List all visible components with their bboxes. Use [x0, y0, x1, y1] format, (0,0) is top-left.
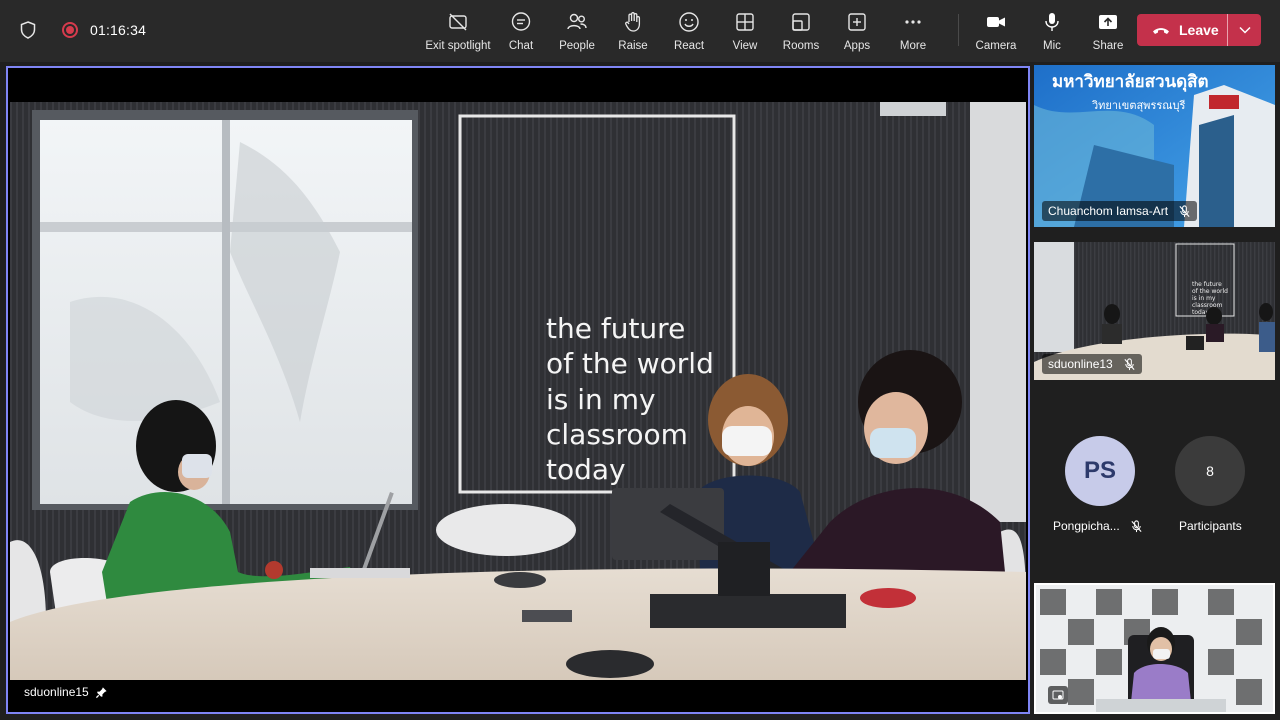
meeting-status: 01:16:34: [18, 20, 146, 40]
participants-count-button[interactable]: 8: [1175, 436, 1245, 506]
chat-label: Chat: [508, 40, 534, 52]
self-view-options-icon[interactable]: [1048, 686, 1068, 704]
chat-button[interactable]: Chat: [496, 8, 546, 54]
avatar-row: PS Pongpicha... 8 Participants: [1034, 420, 1275, 550]
chat-icon: [511, 12, 531, 31]
exit-spotlight-button[interactable]: Exit spotlight: [420, 8, 496, 54]
rooms-button[interactable]: Rooms: [770, 8, 832, 54]
view-label: View: [732, 40, 758, 52]
self-view-video[interactable]: [1034, 583, 1275, 714]
mic-off-icon: [1131, 519, 1142, 532]
share-label: Share: [1092, 40, 1124, 52]
mic-off-icon: [1124, 357, 1135, 370]
leave-button[interactable]: Leave: [1137, 14, 1227, 46]
participants-count: 8: [1206, 463, 1214, 479]
view-grid-icon: [736, 13, 754, 31]
mic-button[interactable]: Mic: [1019, 8, 1085, 54]
avatar[interactable]: PS: [1065, 436, 1135, 506]
meeting-toolbar: 01:16:34 Exit spotlight Chat People Rais…: [0, 0, 1280, 62]
wall-text-line-1: the future: [546, 312, 685, 345]
wall-text-line-4: classroom: [546, 418, 688, 451]
raise-hand-icon: [625, 12, 641, 32]
rooms-label: Rooms: [782, 40, 820, 52]
react-icon: [679, 12, 699, 32]
people-icon: [567, 13, 587, 30]
small-wall-text-3: is in my: [1192, 295, 1216, 302]
small-wall-text-4: classroom: [1192, 302, 1223, 309]
classroom-video-frame: the future of the world is in my classro…: [10, 102, 1026, 680]
avatar-initials: PS: [1083, 457, 1116, 484]
wall-text-line-5: today: [546, 453, 626, 486]
spotlight-name-tag: sduonline15: [18, 682, 114, 702]
tile-participant-name: sduonline13: [1048, 357, 1113, 371]
shield-icon[interactable]: [18, 20, 38, 40]
more-label: More: [899, 40, 927, 52]
leave-button-group: Leave: [1137, 14, 1261, 46]
apps-label: Apps: [843, 40, 871, 52]
exit-spotlight-icon: [449, 13, 467, 31]
wall-text-line-3: is in my: [546, 383, 656, 416]
teams-meeting-window: 01:16:34 Exit spotlight Chat People Rais…: [0, 0, 1280, 720]
participant-tile-chuanchom[interactable]: มหาวิทยาลัยสวนดุสิต วิทยาเขตสุพรรณบุรี C…: [1034, 65, 1275, 227]
raise-label: Raise: [618, 40, 648, 52]
react-button[interactable]: React: [658, 8, 720, 54]
toolbar-actions: Exit spotlight Chat People Raise React V…: [420, 8, 1131, 54]
mic-off-icon: [1179, 204, 1190, 217]
mic-label: Mic: [1043, 40, 1061, 52]
participants-label: Participants: [1179, 519, 1242, 533]
apps-icon: [848, 13, 866, 31]
exit-spotlight-label: Exit spotlight: [425, 40, 491, 52]
meeting-timer: 01:16:34: [90, 22, 147, 38]
campus-sign-line-1: มหาวิทยาลัยสวนดุสิต: [1052, 72, 1209, 92]
share-button[interactable]: Share: [1085, 8, 1131, 54]
react-label: React: [673, 40, 705, 52]
tile-name-tag: Chuanchom Iamsa-Art: [1042, 201, 1198, 221]
avatar-name-tag: Pongpicha...: [1053, 519, 1143, 533]
avatar-name: Pongpicha...: [1053, 519, 1120, 533]
small-wall-text-1: the future: [1192, 281, 1222, 288]
self-view-frame: [1036, 585, 1273, 712]
recording-icon: [62, 22, 78, 38]
small-wall-text-2: of the world: [1192, 288, 1228, 295]
toolbar-divider: [958, 14, 959, 46]
mic-icon: [1045, 13, 1059, 31]
view-button[interactable]: View: [720, 8, 770, 54]
share-icon: [1099, 15, 1117, 29]
pin-icon[interactable]: [95, 686, 108, 699]
participants-label-tag: Participants: [1179, 519, 1242, 533]
hang-up-icon: [1153, 28, 1169, 34]
participant-tile-sduonline13[interactable]: the future of the world is in my classro…: [1034, 242, 1275, 380]
rooms-icon: [792, 13, 810, 31]
chevron-down-icon: [1238, 26, 1251, 34]
spotlight-participant-name: sduonline15: [24, 685, 89, 699]
spotlight-video[interactable]: the future of the world is in my classro…: [6, 66, 1030, 714]
more-button[interactable]: More: [882, 8, 944, 54]
more-icon: [905, 20, 921, 24]
tile-name-tag: sduonline13: [1042, 354, 1142, 374]
camera-button[interactable]: Camera: [973, 8, 1019, 54]
raise-hand-button[interactable]: Raise: [608, 8, 658, 54]
camera-label: Camera: [975, 40, 1017, 52]
people-button[interactable]: People: [546, 8, 608, 54]
people-label: People: [559, 40, 595, 52]
campus-sign-line-2: วิทยาเขตสุพรรณบุรี: [1091, 99, 1185, 112]
wall-text-line-2: of the world: [546, 347, 714, 380]
apps-button[interactable]: Apps: [832, 8, 882, 54]
camera-icon: [987, 17, 1005, 27]
leave-options-button[interactable]: [1228, 14, 1261, 46]
leave-label: Leave: [1179, 22, 1219, 38]
tile-participant-name: Chuanchom Iamsa-Art: [1048, 204, 1169, 218]
